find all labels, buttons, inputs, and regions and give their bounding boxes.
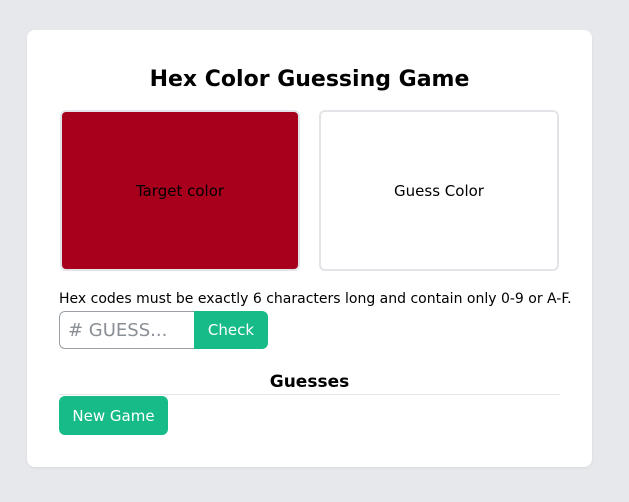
guesses-divider <box>59 394 560 395</box>
target-color-label: Target color <box>135 181 225 200</box>
page-title: Hex Color Guessing Game <box>149 67 470 92</box>
check-button[interactable]: Check <box>194 311 268 349</box>
target-color-swatch: Target color <box>60 110 300 271</box>
guess-color-swatch: Guess Color <box>319 110 559 271</box>
new-game-button[interactable]: New Game <box>59 396 168 435</box>
game-card: Hex Color Guessing Game Target color Gue… <box>27 30 592 467</box>
guess-color-label: Guess Color <box>394 181 484 200</box>
guesses-heading: Guesses <box>269 372 350 392</box>
hex-code-hint: Hex codes must be exactly 6 characters l… <box>59 291 572 307</box>
guess-input[interactable] <box>59 311 195 349</box>
